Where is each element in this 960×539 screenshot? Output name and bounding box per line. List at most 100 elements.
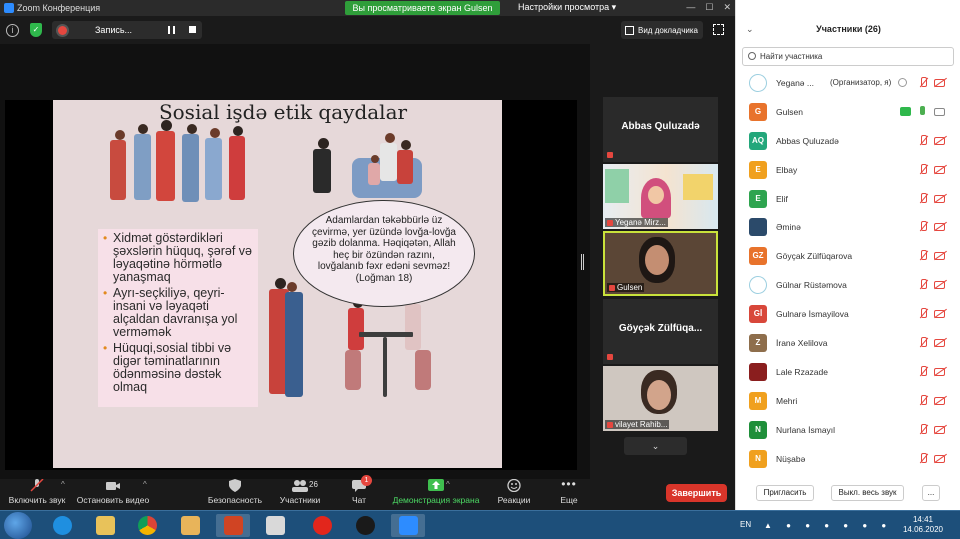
camera-off-icon[interactable] <box>934 79 945 87</box>
mic-on-icon[interactable] <box>920 105 925 115</box>
record-dot-icon <box>58 25 67 35</box>
zoom-window: Zoom Конференция Вы просматриваете экран… <box>0 0 960 539</box>
video-thumbnail[interactable]: Göyçək Zülfüqa... <box>603 299 718 364</box>
invite-button[interactable]: Пригласить <box>756 485 814 501</box>
participant-row[interactable]: M Mehri <box>736 387 960 416</box>
participant-search-input[interactable]: Найти участника <box>742 47 954 66</box>
maximize-icon[interactable]: ☐ <box>705 2 713 13</box>
internet-explorer-icon <box>53 516 72 535</box>
video-thumbnail[interactable]: Yeganə Mirz... <box>603 164 718 229</box>
speaker-view-button[interactable]: Вид докладчика <box>621 21 703 39</box>
camera-off-icon[interactable] <box>934 252 945 261</box>
unmute-button[interactable]: Включить звук ^ <box>6 479 68 505</box>
encryption-shield-icon[interactable]: ✓ <box>30 23 42 37</box>
more-button[interactable]: ••• Еще <box>556 478 582 505</box>
participant-row[interactable]: Z İranə Xelilova <box>736 329 960 358</box>
app-title-text: Zoom Конференция <box>17 3 101 13</box>
split-drag-handle[interactable] <box>581 254 584 270</box>
video-thumbnail-active[interactable]: Gulsen <box>603 231 718 296</box>
participant-row[interactable]: G Gulsen <box>736 98 960 127</box>
reactions-button[interactable]: Реакции <box>494 479 534 505</box>
panel-more-button[interactable]: ... <box>922 485 940 501</box>
camera-on-icon[interactable] <box>934 107 945 116</box>
participant-row[interactable]: Gİ Gulnarə İsmayilova <box>736 300 960 329</box>
participant-row[interactable]: AQ Abbas Quluzadə <box>736 127 960 156</box>
participant-row[interactable]: Lale Rzazade <box>736 358 960 387</box>
mic-muted-icon[interactable] <box>918 423 928 436</box>
taskbar-powerpoint[interactable] <box>216 514 250 537</box>
avatar: G <box>749 102 767 121</box>
pause-recording-icon[interactable] <box>168 26 175 34</box>
participant-row[interactable]: N Nüşabə <box>736 445 960 474</box>
chevron-up-icon[interactable]: ^ <box>446 480 450 489</box>
mic-muted-icon[interactable] <box>918 250 928 262</box>
taskbar-app2[interactable] <box>348 514 382 537</box>
participant-row[interactable]: Əminə <box>736 213 960 242</box>
taskbar-chrome[interactable] <box>130 514 164 537</box>
mic-muted-icon[interactable] <box>918 337 928 349</box>
taskbar-media[interactable] <box>173 514 207 537</box>
system-clock[interactable]: 14:41 14.06.2020 <box>900 515 946 535</box>
info-icon[interactable]: i <box>6 24 19 37</box>
camera-off-icon[interactable] <box>934 367 945 376</box>
mic-muted-icon[interactable] <box>918 221 928 233</box>
mute-all-button[interactable]: Выкл. весь звук <box>831 485 904 501</box>
participant-row[interactable]: E Elif <box>736 185 960 214</box>
camera-off-icon[interactable] <box>934 454 945 463</box>
thumbnail-scroll-down-button[interactable]: ⌄ <box>624 437 687 455</box>
stop-video-button[interactable]: Остановить видео ^ <box>75 479 151 505</box>
camera-off-icon[interactable] <box>934 425 945 434</box>
taskbar-app[interactable] <box>258 514 292 537</box>
participant-row[interactable]: Gülnar Rüstəmova <box>736 271 960 300</box>
security-button[interactable]: Безопасность <box>205 479 265 505</box>
camera-off-icon[interactable] <box>934 136 945 145</box>
stop-recording-icon[interactable] <box>189 26 196 33</box>
slide-content: Sosial işdə etik qaydalar • Xidmət göstə… <box>53 100 502 468</box>
taskbar-explorer[interactable] <box>88 514 122 537</box>
taskbar-ie[interactable] <box>45 514 79 537</box>
participant-row[interactable]: GZ Göyçak Zülfüqarova <box>736 242 960 271</box>
thumbnail-name: Abbas Quluzadə <box>621 121 700 132</box>
end-meeting-button[interactable]: Завершить <box>666 484 727 502</box>
language-indicator[interactable]: EN <box>740 520 751 529</box>
chevron-up-icon[interactable]: ^ <box>143 480 147 489</box>
wall-poster <box>683 174 713 200</box>
view-options-menu[interactable]: Настройки просмотра ▾ <box>518 2 616 13</box>
camera-off-icon[interactable] <box>934 281 945 290</box>
windows-start-button[interactable] <box>4 512 32 539</box>
system-tray-icons[interactable]: ▲ ● ● ● ● ● ● <box>764 521 892 530</box>
camera-off-icon[interactable] <box>934 396 945 405</box>
mic-muted-icon[interactable] <box>918 134 928 147</box>
taskbar-zoom[interactable] <box>391 514 425 537</box>
participant-row[interactable]: Yeganə ... (Организатор, я) <box>736 69 960 98</box>
close-icon[interactable]: ✕ <box>723 2 731 13</box>
more-label: Еще <box>560 495 578 505</box>
camera-off-icon[interactable] <box>934 310 945 319</box>
mic-muted-icon[interactable] <box>918 163 928 176</box>
mic-muted-icon[interactable] <box>918 394 928 407</box>
presentation-slide: Sosial işdə etik qaydalar • Xidmət göstə… <box>5 100 577 470</box>
camera-off-icon[interactable] <box>934 194 945 203</box>
mic-muted-icon[interactable] <box>918 192 928 205</box>
share-screen-button[interactable]: Демонстрация экрана ^ <box>390 479 482 505</box>
participant-row[interactable]: N Nurlana İsmayıl <box>736 416 960 445</box>
chevron-up-icon[interactable]: ^ <box>61 480 65 489</box>
participants-button[interactable]: Участники 26 <box>276 479 324 505</box>
mic-muted-icon[interactable] <box>918 77 928 89</box>
chat-button[interactable]: Чат 1 <box>344 475 374 505</box>
mic-muted-icon[interactable] <box>918 365 928 378</box>
participant-row[interactable]: E Elbay <box>736 156 960 185</box>
minimize-icon[interactable]: — <box>686 2 695 13</box>
video-thumbnail[interactable]: Abbas Quluzadə <box>603 97 718 162</box>
screen-share-icon <box>900 106 911 116</box>
camera-off-icon[interactable] <box>934 165 945 174</box>
camera-off-icon[interactable] <box>934 223 945 232</box>
camera-off-icon[interactable] <box>934 339 945 348</box>
mic-muted-icon[interactable] <box>918 452 928 465</box>
recording-label: Запись... <box>95 25 133 35</box>
taskbar-opera[interactable] <box>305 514 339 537</box>
mic-muted-icon[interactable] <box>918 308 928 320</box>
mic-muted-icon[interactable] <box>918 279 928 291</box>
video-thumbnail[interactable]: vilayet Rahib... <box>603 366 718 431</box>
fullscreen-icon[interactable] <box>713 24 724 35</box>
